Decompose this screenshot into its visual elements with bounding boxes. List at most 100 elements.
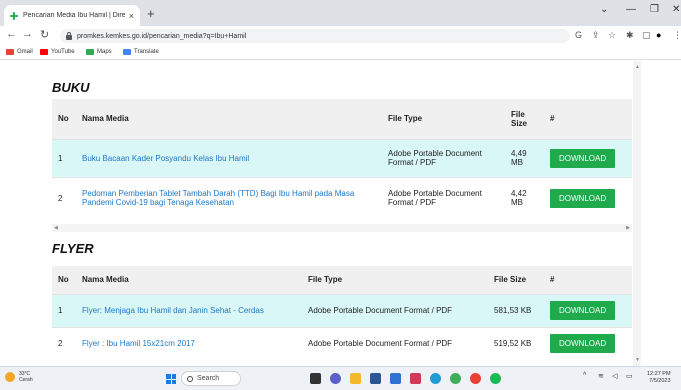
col-header-nama: Nama Media <box>82 266 308 294</box>
browser-tab-bar: Pencarian Media Ibu Hamil | Dire × + ⌄ —… <box>0 0 681 26</box>
download-button[interactable]: DOWNLOAD <box>550 334 616 354</box>
cell-type: Adobe Portable Document Format / PDF <box>308 293 494 327</box>
size-header-l1: File <box>511 109 525 119</box>
col-header-size: File Size <box>494 266 546 294</box>
search-icon <box>187 375 193 382</box>
minimize-icon[interactable]: — <box>626 4 636 15</box>
app-u-icon[interactable] <box>410 373 421 384</box>
bookmark-label: Maps <box>97 49 112 55</box>
windows-taskbar: 33°C Cerah Search ^ ≋ ◁ ▭ 12:27 PM 7/5/20… <box>0 366 681 390</box>
share-icon[interactable]: ⇪ <box>592 30 600 41</box>
translate-icon <box>123 49 131 55</box>
media-link[interactable]: Buku Bacaan Kader Posyandu Kelas Ibu Ham… <box>82 154 249 163</box>
media-link[interactable]: Flyer : Ibu Hamil 15x21cm 2017 <box>82 339 195 348</box>
table-header-row: No Nama Media File Type File Size # <box>52 99 632 139</box>
youtube-icon <box>40 49 48 55</box>
media-link[interactable]: Flyer: Menjaga Ibu Hamil dan Janin Sehat… <box>82 306 264 315</box>
taskbar-search[interactable]: Search <box>181 371 241 386</box>
col-header-no: No <box>52 266 82 294</box>
profile-avatar-icon[interactable]: ● <box>656 30 661 40</box>
flyer-table: No Nama Media File Type File Size # 1 Fl… <box>52 266 632 360</box>
nama-l1: Pedoman Pemberian Tablet Tambah Darah (T… <box>82 189 355 199</box>
site-favicon-icon <box>10 11 18 20</box>
app-l-icon[interactable] <box>390 373 401 384</box>
weather-text: 33°C Cerah <box>19 371 33 383</box>
bookmark-star-icon[interactable]: ☆ <box>608 30 616 41</box>
volume-icon[interactable]: ◁ <box>612 372 617 380</box>
vertical-scrollbar[interactable]: ▲ ▼ <box>633 61 641 366</box>
bookmark-translate[interactable]: Translate <box>123 49 159 55</box>
store-icon[interactable] <box>370 373 381 384</box>
cell-nama: Flyer : Ibu Hamil 15x21cm 2017 <box>82 326 308 360</box>
menu-icon[interactable]: ⋮ <box>673 30 681 41</box>
new-tab-icon[interactable]: + <box>147 6 155 21</box>
scroll-up-icon[interactable]: ▲ <box>635 64 640 70</box>
type-l1: Adobe Portable Document <box>388 189 482 199</box>
scroll-left-icon[interactable]: ◀ <box>54 225 58 231</box>
tab-close-icon[interactable]: × <box>129 11 134 21</box>
cell-size: 519,52 KB <box>494 326 546 360</box>
forward-icon[interactable]: → <box>22 28 33 40</box>
section-title-buku: BUKU <box>52 80 90 95</box>
cell-no: 1 <box>52 293 82 327</box>
battery-icon[interactable]: ▭ <box>626 372 633 380</box>
col-header-type: File Type <box>388 99 511 139</box>
tab-search-icon[interactable]: ⌄ <box>600 4 608 15</box>
weather-widget[interactable]: 33°C Cerah <box>5 371 33 383</box>
cell-nama: Flyer: Menjaga Ibu Hamil dan Janin Sehat… <box>82 293 308 327</box>
bookmark-gmail[interactable]: Gmail <box>6 49 33 55</box>
cell-size: 4,42 MB <box>511 176 546 219</box>
cell-no: 2 <box>52 326 82 360</box>
horizontal-scrollbar[interactable]: ◀ ▶ <box>52 224 632 232</box>
spotify-icon[interactable] <box>490 373 501 384</box>
bookmark-label: YouTube <box>51 49 75 55</box>
buku-table: No Nama Media File Type File Size # 1 Buk… <box>52 99 632 219</box>
maps-icon <box>86 49 94 55</box>
col-header-action: # <box>546 266 632 294</box>
sidepanel-icon[interactable]: ▢ <box>642 30 651 41</box>
cell-type: Adobe Portable Document Format / PDF <box>308 326 494 360</box>
maximize-icon[interactable]: ❐ <box>650 4 659 15</box>
cell-action: DOWNLOAD <box>546 293 632 327</box>
whatsapp-icon[interactable] <box>450 373 461 384</box>
media-link[interactable]: Pedoman Pemberian Tablet Tambah Darah (T… <box>82 189 354 207</box>
cell-type: Adobe Portable Document Format / PDF <box>388 138 511 177</box>
windows-start-icon[interactable] <box>166 374 176 384</box>
type-l2: Format / PDF <box>388 158 437 167</box>
browser-tab[interactable]: Pencarian Media Ibu Hamil | Dire × <box>4 5 140 26</box>
scroll-right-icon[interactable]: ▶ <box>626 225 630 231</box>
lock-icon <box>66 31 72 40</box>
edge-icon[interactable] <box>430 373 441 384</box>
back-icon[interactable]: ← <box>6 28 17 40</box>
download-button[interactable]: DOWNLOAD <box>550 148 616 168</box>
weather-desc: Cerah <box>19 377 33 383</box>
chrome-icon[interactable] <box>470 373 481 384</box>
wifi-icon[interactable]: ≋ <box>598 372 604 380</box>
bookmark-youtube[interactable]: YouTube <box>40 49 75 55</box>
cell-action: DOWNLOAD <box>546 176 632 219</box>
download-button[interactable]: DOWNLOAD <box>550 188 616 208</box>
download-button[interactable]: DOWNLOAD <box>550 301 616 320</box>
cell-size: 4,49 MB <box>511 138 546 177</box>
page-content: BUKU No Nama Media File Type File Size # … <box>0 61 681 366</box>
size-l1: 4,42 <box>511 189 527 199</box>
google-icon[interactable]: G <box>575 30 582 40</box>
col-header-type: File Type <box>308 266 494 294</box>
extensions-icon[interactable]: ✱ <box>626 30 634 41</box>
chat-icon[interactable] <box>330 373 341 384</box>
cell-nama: Pedoman Pemberian Tablet Tambah Darah (T… <box>82 176 388 219</box>
tray-chevron-icon[interactable]: ^ <box>583 372 586 379</box>
clock-date: 7/5/2023 <box>649 378 671 384</box>
table-row: 2 Flyer : Ibu Hamil 15x21cm 2017 Adobe P… <box>52 326 632 360</box>
task-view-icon[interactable] <box>310 373 321 384</box>
taskbar-clock[interactable]: 12:27 PM 7/5/2023 <box>647 371 671 385</box>
reload-icon[interactable]: ↻ <box>40 28 49 41</box>
bookmark-maps[interactable]: Maps <box>86 49 112 55</box>
scroll-down-icon[interactable]: ▼ <box>635 357 640 363</box>
close-window-icon[interactable]: ✕ <box>672 4 680 15</box>
file-explorer-icon[interactable] <box>350 373 361 384</box>
url-text: promkes.kemkes.go.id/pencarian_media?q=I… <box>77 32 247 40</box>
cell-action: DOWNLOAD <box>546 326 632 360</box>
url-input[interactable]: promkes.kemkes.go.id/pencarian_media?q=I… <box>60 29 570 43</box>
gmail-icon <box>6 49 14 55</box>
